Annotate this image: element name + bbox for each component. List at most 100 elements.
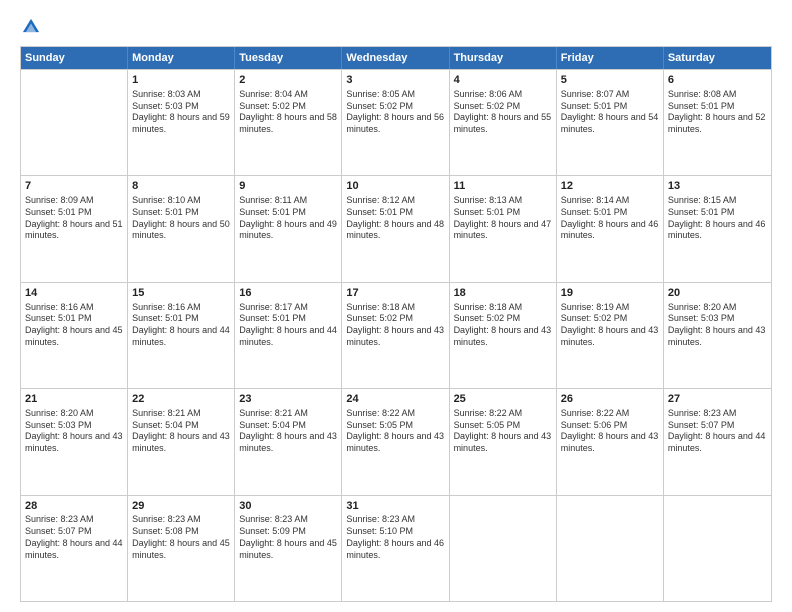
calendar-cell (664, 496, 771, 601)
day-number: 30 (239, 499, 337, 514)
calendar-cell: 16Sunrise: 8:17 AM Sunset: 5:01 PM Dayli… (235, 283, 342, 388)
day-number: 5 (561, 73, 659, 88)
calendar-row-1: 7Sunrise: 8:09 AM Sunset: 5:01 PM Daylig… (21, 175, 771, 281)
calendar-cell: 28Sunrise: 8:23 AM Sunset: 5:07 PM Dayli… (21, 496, 128, 601)
cell-info: Sunrise: 8:06 AM Sunset: 5:02 PM Dayligh… (454, 89, 552, 136)
cell-info: Sunrise: 8:11 AM Sunset: 5:01 PM Dayligh… (239, 195, 337, 242)
calendar-body: 1Sunrise: 8:03 AM Sunset: 5:03 PM Daylig… (21, 69, 771, 601)
day-number: 25 (454, 392, 552, 407)
calendar-cell: 29Sunrise: 8:23 AM Sunset: 5:08 PM Dayli… (128, 496, 235, 601)
cell-info: Sunrise: 8:23 AM Sunset: 5:07 PM Dayligh… (25, 514, 123, 561)
cell-info: Sunrise: 8:21 AM Sunset: 5:04 PM Dayligh… (239, 408, 337, 455)
day-number: 1 (132, 73, 230, 88)
header-day-monday: Monday (128, 47, 235, 69)
header (20, 16, 772, 38)
day-number: 10 (346, 179, 444, 194)
cell-info: Sunrise: 8:19 AM Sunset: 5:02 PM Dayligh… (561, 302, 659, 349)
calendar-cell: 11Sunrise: 8:13 AM Sunset: 5:01 PM Dayli… (450, 176, 557, 281)
calendar-cell (21, 70, 128, 175)
logo-icon (20, 16, 42, 38)
day-number: 24 (346, 392, 444, 407)
day-number: 11 (454, 179, 552, 194)
cell-info: Sunrise: 8:16 AM Sunset: 5:01 PM Dayligh… (132, 302, 230, 349)
calendar-cell: 9Sunrise: 8:11 AM Sunset: 5:01 PM Daylig… (235, 176, 342, 281)
day-number: 12 (561, 179, 659, 194)
cell-info: Sunrise: 8:05 AM Sunset: 5:02 PM Dayligh… (346, 89, 444, 136)
header-day-wednesday: Wednesday (342, 47, 449, 69)
calendar-cell: 26Sunrise: 8:22 AM Sunset: 5:06 PM Dayli… (557, 389, 664, 494)
calendar-cell: 15Sunrise: 8:16 AM Sunset: 5:01 PM Dayli… (128, 283, 235, 388)
cell-info: Sunrise: 8:14 AM Sunset: 5:01 PM Dayligh… (561, 195, 659, 242)
day-number: 4 (454, 73, 552, 88)
day-number: 14 (25, 286, 123, 301)
calendar-cell: 10Sunrise: 8:12 AM Sunset: 5:01 PM Dayli… (342, 176, 449, 281)
calendar-cell: 24Sunrise: 8:22 AM Sunset: 5:05 PM Dayli… (342, 389, 449, 494)
calendar-cell: 21Sunrise: 8:20 AM Sunset: 5:03 PM Dayli… (21, 389, 128, 494)
page: SundayMondayTuesdayWednesdayThursdayFrid… (0, 0, 792, 612)
calendar-row-4: 28Sunrise: 8:23 AM Sunset: 5:07 PM Dayli… (21, 495, 771, 601)
calendar-cell: 13Sunrise: 8:15 AM Sunset: 5:01 PM Dayli… (664, 176, 771, 281)
cell-info: Sunrise: 8:13 AM Sunset: 5:01 PM Dayligh… (454, 195, 552, 242)
cell-info: Sunrise: 8:22 AM Sunset: 5:05 PM Dayligh… (454, 408, 552, 455)
calendar-cell (450, 496, 557, 601)
calendar-header: SundayMondayTuesdayWednesdayThursdayFrid… (21, 47, 771, 69)
day-number: 9 (239, 179, 337, 194)
cell-info: Sunrise: 8:03 AM Sunset: 5:03 PM Dayligh… (132, 89, 230, 136)
header-day-tuesday: Tuesday (235, 47, 342, 69)
calendar-cell: 25Sunrise: 8:22 AM Sunset: 5:05 PM Dayli… (450, 389, 557, 494)
calendar-cell: 18Sunrise: 8:18 AM Sunset: 5:02 PM Dayli… (450, 283, 557, 388)
day-number: 18 (454, 286, 552, 301)
day-number: 27 (668, 392, 767, 407)
header-day-sunday: Sunday (21, 47, 128, 69)
cell-info: Sunrise: 8:10 AM Sunset: 5:01 PM Dayligh… (132, 195, 230, 242)
calendar-row-2: 14Sunrise: 8:16 AM Sunset: 5:01 PM Dayli… (21, 282, 771, 388)
day-number: 15 (132, 286, 230, 301)
calendar-cell: 27Sunrise: 8:23 AM Sunset: 5:07 PM Dayli… (664, 389, 771, 494)
header-day-thursday: Thursday (450, 47, 557, 69)
day-number: 19 (561, 286, 659, 301)
day-number: 21 (25, 392, 123, 407)
calendar-cell: 2Sunrise: 8:04 AM Sunset: 5:02 PM Daylig… (235, 70, 342, 175)
cell-info: Sunrise: 8:09 AM Sunset: 5:01 PM Dayligh… (25, 195, 123, 242)
day-number: 6 (668, 73, 767, 88)
cell-info: Sunrise: 8:17 AM Sunset: 5:01 PM Dayligh… (239, 302, 337, 349)
cell-info: Sunrise: 8:08 AM Sunset: 5:01 PM Dayligh… (668, 89, 767, 136)
calendar-cell: 20Sunrise: 8:20 AM Sunset: 5:03 PM Dayli… (664, 283, 771, 388)
cell-info: Sunrise: 8:22 AM Sunset: 5:05 PM Dayligh… (346, 408, 444, 455)
day-number: 22 (132, 392, 230, 407)
logo (20, 16, 44, 38)
day-number: 16 (239, 286, 337, 301)
cell-info: Sunrise: 8:18 AM Sunset: 5:02 PM Dayligh… (454, 302, 552, 349)
calendar-cell: 17Sunrise: 8:18 AM Sunset: 5:02 PM Dayli… (342, 283, 449, 388)
calendar-row-3: 21Sunrise: 8:20 AM Sunset: 5:03 PM Dayli… (21, 388, 771, 494)
calendar-cell: 7Sunrise: 8:09 AM Sunset: 5:01 PM Daylig… (21, 176, 128, 281)
cell-info: Sunrise: 8:12 AM Sunset: 5:01 PM Dayligh… (346, 195, 444, 242)
day-number: 3 (346, 73, 444, 88)
cell-info: Sunrise: 8:04 AM Sunset: 5:02 PM Dayligh… (239, 89, 337, 136)
cell-info: Sunrise: 8:23 AM Sunset: 5:10 PM Dayligh… (346, 514, 444, 561)
calendar-cell: 6Sunrise: 8:08 AM Sunset: 5:01 PM Daylig… (664, 70, 771, 175)
calendar-cell: 31Sunrise: 8:23 AM Sunset: 5:10 PM Dayli… (342, 496, 449, 601)
cell-info: Sunrise: 8:18 AM Sunset: 5:02 PM Dayligh… (346, 302, 444, 349)
calendar-cell: 8Sunrise: 8:10 AM Sunset: 5:01 PM Daylig… (128, 176, 235, 281)
calendar-cell: 19Sunrise: 8:19 AM Sunset: 5:02 PM Dayli… (557, 283, 664, 388)
cell-info: Sunrise: 8:23 AM Sunset: 5:07 PM Dayligh… (668, 408, 767, 455)
day-number: 2 (239, 73, 337, 88)
day-number: 28 (25, 499, 123, 514)
calendar-cell: 23Sunrise: 8:21 AM Sunset: 5:04 PM Dayli… (235, 389, 342, 494)
calendar-cell: 3Sunrise: 8:05 AM Sunset: 5:02 PM Daylig… (342, 70, 449, 175)
cell-info: Sunrise: 8:07 AM Sunset: 5:01 PM Dayligh… (561, 89, 659, 136)
calendar-cell: 4Sunrise: 8:06 AM Sunset: 5:02 PM Daylig… (450, 70, 557, 175)
calendar-cell: 14Sunrise: 8:16 AM Sunset: 5:01 PM Dayli… (21, 283, 128, 388)
calendar-cell: 12Sunrise: 8:14 AM Sunset: 5:01 PM Dayli… (557, 176, 664, 281)
cell-info: Sunrise: 8:16 AM Sunset: 5:01 PM Dayligh… (25, 302, 123, 349)
header-day-saturday: Saturday (664, 47, 771, 69)
header-day-friday: Friday (557, 47, 664, 69)
day-number: 20 (668, 286, 767, 301)
day-number: 23 (239, 392, 337, 407)
calendar-cell (557, 496, 664, 601)
day-number: 31 (346, 499, 444, 514)
calendar-row-0: 1Sunrise: 8:03 AM Sunset: 5:03 PM Daylig… (21, 69, 771, 175)
day-number: 13 (668, 179, 767, 194)
calendar-cell: 1Sunrise: 8:03 AM Sunset: 5:03 PM Daylig… (128, 70, 235, 175)
